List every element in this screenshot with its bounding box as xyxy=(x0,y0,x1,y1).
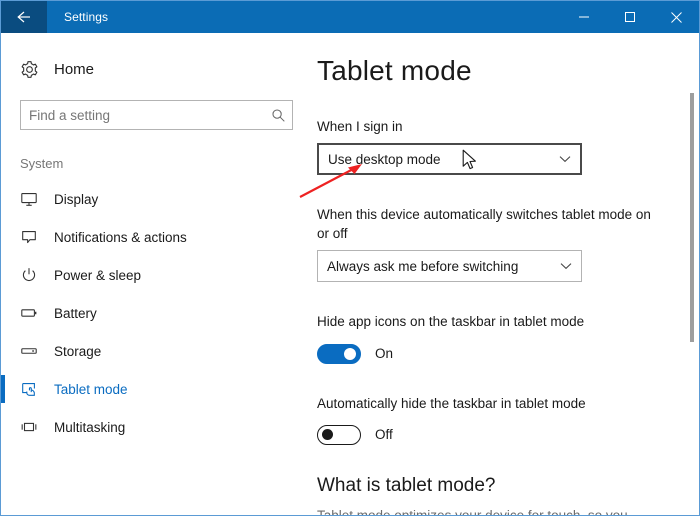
auto-hide-taskbar-state: Off xyxy=(375,427,393,443)
selection-indicator xyxy=(1,375,5,403)
sidebar-item-notifications[interactable]: Notifications & actions xyxy=(1,218,309,256)
about-body: Tablet mode optimizes your device for to… xyxy=(317,506,647,515)
back-arrow-icon xyxy=(15,9,33,25)
chevron-down-icon xyxy=(551,262,581,271)
sign-in-label: When I sign in xyxy=(317,119,403,134)
main-panel: Tablet mode When I sign in Use desktop m… xyxy=(309,33,699,515)
toggle-knob xyxy=(344,347,356,360)
window-controls xyxy=(561,1,699,33)
maximize-button[interactable] xyxy=(607,1,653,33)
title-bar: Settings xyxy=(1,1,699,33)
sidebar-item-label: Storage xyxy=(54,343,102,359)
sidebar-item-label: Multitasking xyxy=(54,419,126,435)
sidebar-item-battery[interactable]: Battery xyxy=(1,294,309,332)
search-icon xyxy=(264,108,292,123)
sign-in-dropdown-value: Use desktop mode xyxy=(328,151,441,167)
chevron-down-icon xyxy=(550,155,580,164)
close-button[interactable] xyxy=(653,1,699,33)
sidebar-group-title: System xyxy=(20,156,64,171)
sidebar-item-storage[interactable]: Storage xyxy=(1,332,309,370)
auto-switch-dropdown[interactable]: Always ask me before switching xyxy=(317,250,582,283)
sidebar-nav-list: Display Notifications & actions Power & … xyxy=(1,180,309,446)
sidebar-item-label: Tablet mode xyxy=(54,381,128,397)
toggle-knob xyxy=(322,428,333,440)
sidebar-item-home[interactable]: Home xyxy=(1,52,309,86)
auto-hide-taskbar-label: Automatically hide the taskbar in tablet… xyxy=(317,395,586,411)
search-box[interactable] xyxy=(20,100,293,130)
auto-hide-taskbar-row: Off xyxy=(317,424,699,445)
minimize-button[interactable] xyxy=(561,1,607,33)
auto-switch-label: When this device automatically switches … xyxy=(317,207,651,242)
hide-app-icons-label: Hide app icons on the taskbar in tablet … xyxy=(317,314,585,330)
speech-bubble-icon xyxy=(20,228,50,246)
sidebar-item-multitasking[interactable]: Multitasking xyxy=(1,408,309,446)
page-title: Tablet mode xyxy=(317,55,472,86)
sidebar-item-label: Power & sleep xyxy=(54,267,142,283)
sidebar-item-label: Display xyxy=(54,191,99,207)
window-title: Settings xyxy=(64,10,109,24)
maximize-icon xyxy=(624,11,636,23)
close-icon xyxy=(670,11,683,24)
search-input[interactable] xyxy=(21,101,264,129)
window-body: Home System xyxy=(1,33,699,515)
sign-in-dropdown[interactable]: Use desktop mode xyxy=(317,143,582,176)
about-heading: What is tablet mode? xyxy=(317,474,496,496)
gear-icon xyxy=(20,60,50,79)
monitor-icon xyxy=(20,190,50,208)
battery-icon xyxy=(20,304,50,322)
minimize-icon xyxy=(578,11,590,23)
sidebar-item-label: Battery xyxy=(54,305,97,321)
settings-window: Settings Home Find a setting System Disp… xyxy=(0,0,700,516)
sidebar: Home System xyxy=(1,33,309,515)
sidebar-item-display[interactable]: Display xyxy=(1,180,309,218)
sidebar-home-label: Home xyxy=(54,60,95,78)
auto-hide-taskbar-toggle[interactable] xyxy=(317,424,361,445)
storage-icon xyxy=(20,342,50,360)
multitasking-icon xyxy=(20,418,50,436)
tablet-touch-icon xyxy=(20,380,50,398)
sidebar-item-tablet-mode[interactable]: Tablet mode xyxy=(1,370,309,408)
hide-app-icons-state: On xyxy=(375,346,394,362)
hide-app-icons-row: On xyxy=(317,343,699,364)
scrollbar-thumb[interactable] xyxy=(690,93,694,342)
sidebar-item-power-sleep[interactable]: Power & sleep xyxy=(1,256,309,294)
power-icon xyxy=(20,266,50,284)
hide-app-icons-toggle[interactable] xyxy=(317,343,361,364)
auto-switch-dropdown-value: Always ask me before switching xyxy=(327,258,519,274)
scrollbar-track[interactable] xyxy=(686,33,698,515)
sidebar-item-label: Notifications & actions xyxy=(54,229,187,245)
back-button[interactable] xyxy=(1,1,47,33)
